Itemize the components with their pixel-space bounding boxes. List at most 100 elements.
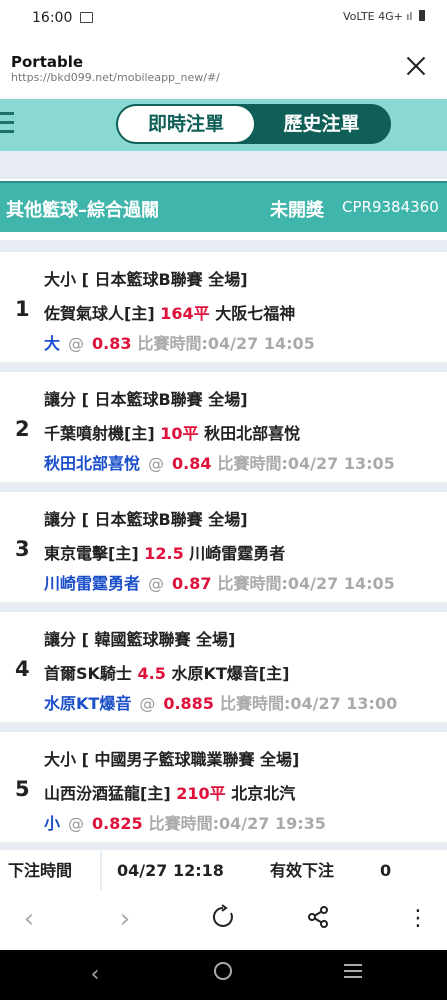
leg-odds: 0.87 — [172, 574, 212, 593]
status-bar: 16:00 VoLTE 4G+ ıl — [0, 0, 447, 36]
leg-odds: 0.83 — [92, 334, 132, 353]
leg-match: 首爾SK騎士 4.5 水原KT爆音[主] — [44, 660, 289, 684]
message-icon — [80, 12, 93, 23]
system-nav-bar: ‹ — [0, 950, 447, 1000]
leg-match: 千葉噴射機[主] 10平 秋田北部喜悅 — [44, 420, 300, 444]
leg-line: 12.5 — [144, 544, 184, 563]
bet-leg: 4 讓分 [ 韓國籃球聯賽 全場] 首爾SK騎士 4.5 水原KT爆音[主] 水… — [0, 612, 447, 722]
leg-time: 比賽時間:04/27 14:05 — [217, 574, 395, 593]
leg-market: 大小 [ 日本籃球B聯賽 全場] — [44, 270, 248, 289]
away-team: 秋田北部喜悅 — [204, 424, 301, 443]
leg-time: 比賽時間:04/27 14:05 — [137, 334, 315, 353]
bet-time-value: 04/27 12:18 — [102, 850, 253, 890]
leg-match: 佐賀氣球人[主] 164平 大阪七福神 — [44, 300, 295, 324]
home-team: 千葉噴射機[主] — [44, 424, 155, 443]
bet-time-label: 下注時間 — [0, 850, 100, 890]
divider — [0, 240, 447, 252]
leg-pick: 川崎雷霆勇者 — [44, 574, 141, 593]
bet-header: 其他籃球–綜合過關 未開獎 CPR9384360 — [0, 181, 447, 232]
page-title: Portable — [11, 53, 84, 71]
leg-match: 山西汾酒猛龍[主] 210平 北京北汽 — [44, 780, 295, 804]
valid-bet-value: 0 — [366, 850, 447, 890]
leg-pick-row: 大 @0.83 比賽時間:04/27 14:05 — [44, 330, 315, 354]
nav-back-icon[interactable]: ‹ — [80, 960, 110, 990]
divider — [0, 842, 447, 850]
leg-pick: 秋田北部喜悅 — [44, 454, 141, 473]
at-sign: @ — [148, 574, 165, 593]
valid-bet-label: 有效下注 — [252, 850, 368, 890]
leg-match: 東京電擊[主] 12.5 川崎雷霆勇者 — [44, 540, 285, 564]
leg-time: 比賽時間:04/27 13:00 — [219, 694, 398, 713]
nav-home-icon[interactable] — [208, 960, 238, 990]
bet-id: CPR9384360 — [342, 198, 439, 216]
bet-status: 未開獎 — [270, 200, 324, 221]
more-vertical-icon[interactable]: ⋮ — [403, 904, 433, 934]
leg-market: 大小 [ 中國男子籃球職業聯賽 全場] — [44, 750, 300, 769]
browser-toolbar: ‹ › ⋮ — [0, 890, 447, 950]
chevron-right-icon[interactable]: › — [110, 904, 140, 934]
leg-number: 4 — [15, 657, 30, 681]
bet-leg: 2 讓分 [ 日本籃球B聯賽 全場] 千葉噴射機[主] 10平 秋田北部喜悅 秋… — [0, 372, 447, 482]
bet-leg: 1 大小 [ 日本籃球B聯賽 全場] 佐賀氣球人[主] 164平 大阪七福神 大… — [0, 252, 447, 362]
divider — [0, 722, 447, 732]
leg-time: 比賽時間:04/27 19:35 — [148, 814, 326, 833]
home-team: 東京電擊[主] — [44, 544, 139, 563]
leg-market: 讓分 [ 日本籃球B聯賽 全場] — [44, 510, 248, 529]
nav-recents-icon[interactable] — [338, 960, 368, 990]
menu-icon[interactable] — [0, 112, 14, 136]
network-label: VoLTE 4G+ — [342, 10, 403, 23]
reload-icon[interactable] — [208, 904, 238, 934]
divider — [0, 151, 447, 179]
leg-market: 讓分 [ 日本籃球B聯賽 全場] — [44, 390, 248, 409]
at-sign: @ — [148, 454, 165, 473]
at-sign: @ — [68, 334, 85, 353]
divider — [0, 482, 447, 492]
leg-number: 2 — [15, 417, 30, 441]
leg-pick-row: 小 @0.825 比賽時間:04/27 19:35 — [44, 810, 326, 834]
divider — [0, 362, 447, 372]
at-sign: @ — [139, 694, 156, 713]
tab-toggle: 即時注單 歷史注單 — [116, 104, 391, 144]
leg-pick: 小 — [44, 814, 61, 833]
away-team: 川崎雷霆勇者 — [189, 544, 286, 563]
chevron-left-icon[interactable]: ‹ — [14, 904, 44, 934]
leg-pick-row: 川崎雷霆勇者 @0.87 比賽時間:04/27 14:05 — [44, 570, 395, 594]
leg-number: 1 — [15, 297, 30, 321]
leg-number: 5 — [15, 777, 30, 801]
leg-pick: 水原KT爆音 — [44, 694, 132, 713]
leg-number: 3 — [15, 537, 30, 561]
leg-odds: 0.825 — [92, 814, 143, 833]
status-time: 16:00 — [32, 10, 73, 26]
home-team: 山西汾酒猛龍[主] — [44, 784, 171, 803]
leg-line: 10平 — [160, 424, 199, 443]
browser-header: Portable https://bkd099.net/mobileapp_ne… — [0, 36, 447, 99]
tab-live-bets[interactable]: 即時注單 — [118, 106, 254, 142]
at-sign: @ — [68, 814, 85, 833]
home-team: 首爾SK騎士 — [44, 664, 132, 683]
close-icon[interactable] — [405, 55, 427, 77]
home-team: 佐賀氣球人[主] — [44, 304, 155, 323]
leg-odds: 0.885 — [163, 694, 214, 713]
leg-line: 210平 — [176, 784, 226, 803]
tab-history-bets[interactable]: 歷史注單 — [254, 106, 389, 142]
leg-market: 讓分 [ 韓國籃球聯賽 全場] — [44, 630, 236, 649]
bet-type: 其他籃球–綜合過關 — [6, 200, 159, 221]
leg-pick: 大 — [44, 334, 61, 353]
leg-pick-row: 秋田北部喜悅 @0.84 比賽時間:04/27 13:05 — [44, 450, 395, 474]
signal-icon: ıl — [406, 10, 413, 23]
leg-line: 4.5 — [137, 664, 166, 683]
divider — [0, 602, 447, 612]
away-team: 大阪七福神 — [215, 304, 296, 323]
leg-line: 164平 — [160, 304, 210, 323]
bet-summary: 下注時間 04/27 12:18 有效下注 0 — [0, 850, 447, 890]
leg-pick-row: 水原KT爆音 @0.885 比賽時間:04/27 13:00 — [44, 690, 397, 714]
leg-odds: 0.84 — [172, 454, 212, 473]
away-team: 水原KT爆音[主] — [171, 664, 290, 683]
battery-icon — [419, 10, 425, 21]
leg-time: 比賽時間:04/27 13:05 — [217, 454, 395, 473]
bet-leg: 5 大小 [ 中國男子籃球職業聯賽 全場] 山西汾酒猛龍[主] 210平 北京北… — [0, 732, 447, 842]
away-team: 北京北汽 — [231, 784, 296, 803]
app-nav: 即時注單 歷史注單 — [0, 99, 447, 151]
share-icon[interactable] — [303, 904, 333, 934]
page-url: https://bkd099.net/mobileapp_new/#/ — [11, 71, 220, 84]
